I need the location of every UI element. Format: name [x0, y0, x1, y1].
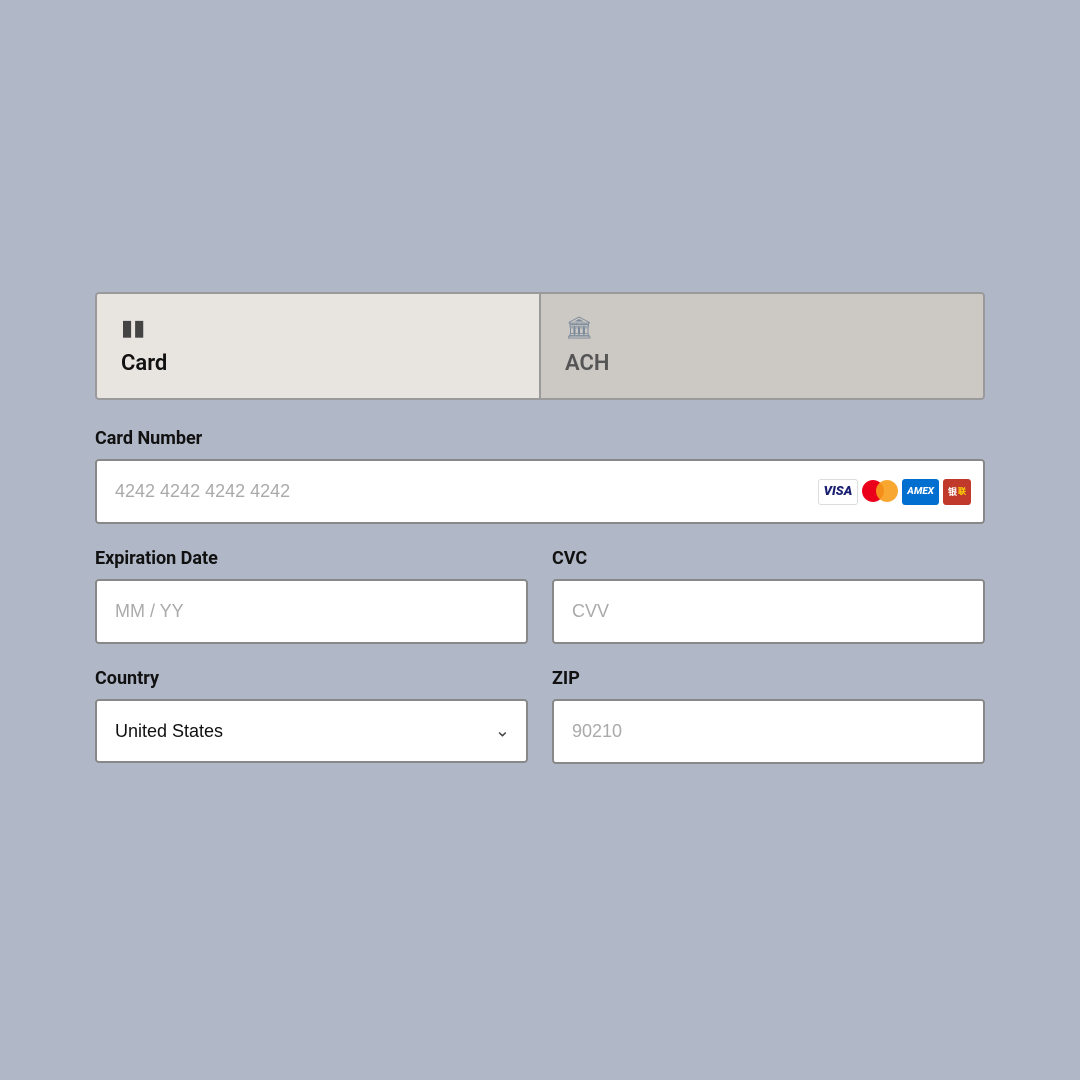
tab-card-label: Card [121, 351, 515, 376]
card-number-label: Card Number [95, 428, 985, 449]
country-label: Country [95, 668, 528, 689]
payment-tabs: ▮▮ Card 🏛 ACH [95, 292, 985, 400]
zip-input[interactable] [552, 699, 985, 764]
country-col: Country United States Canada United King… [95, 668, 528, 764]
amex-logo: AMEX [902, 479, 939, 505]
card-number-wrapper: VISA AMEX 银联 [95, 459, 985, 524]
payment-form: ▮▮ Card 🏛 ACH Card Number VISA AMEX 银联 [95, 292, 985, 788]
cvc-col: CVC [552, 548, 985, 644]
tab-card[interactable]: ▮▮ Card [95, 292, 539, 400]
country-select-wrapper: United States Canada United Kingdom Aust… [95, 699, 528, 763]
bank-icon: 🏛 [565, 316, 959, 341]
card-logos: VISA AMEX 银联 [818, 479, 971, 505]
visa-logo: VISA [818, 479, 859, 505]
cvc-input[interactable] [552, 579, 985, 644]
expiry-col: Expiration Date [95, 548, 528, 644]
expiry-input[interactable] [95, 579, 528, 644]
zip-col: ZIP [552, 668, 985, 764]
country-select[interactable]: United States Canada United Kingdom Aust… [95, 699, 528, 763]
mastercard-logo [862, 480, 898, 504]
tab-ach[interactable]: 🏛 ACH [539, 292, 985, 400]
card-number-group: Card Number VISA AMEX 银联 [95, 428, 985, 524]
unionpay-logo: 银联 [943, 479, 971, 505]
zip-label: ZIP [552, 668, 985, 689]
expiry-label: Expiration Date [95, 548, 528, 569]
mc-right-circle [876, 480, 898, 502]
country-zip-row: Country United States Canada United King… [95, 668, 985, 764]
expiry-cvc-row: Expiration Date CVC [95, 548, 985, 644]
tab-ach-label: ACH [565, 351, 959, 376]
card-icon: ▮▮ [121, 316, 515, 341]
cvc-label: CVC [552, 548, 985, 569]
